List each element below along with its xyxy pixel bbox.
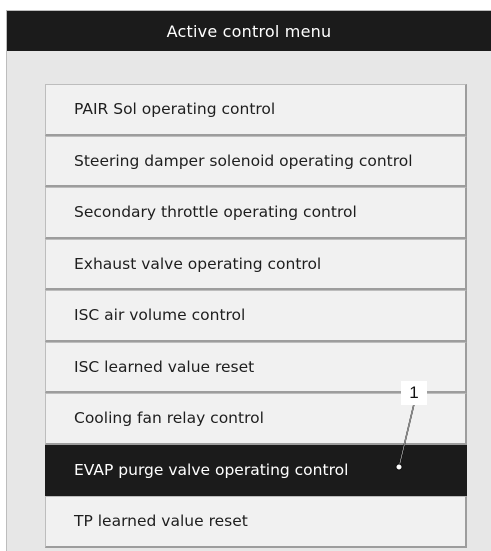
menu-item-pair-sol[interactable]: PAIR Sol operating control xyxy=(45,84,467,136)
active-control-window: Active control menu PAIR Sol operating c… xyxy=(6,10,491,551)
menu-item-tp-learned-reset[interactable]: TP learned value reset xyxy=(45,496,467,548)
window-title: Active control menu xyxy=(7,11,491,51)
active-control-menu: PAIR Sol operating control Steering damp… xyxy=(45,84,467,548)
menu-item-evap-purge[interactable]: EVAP purge valve operating control xyxy=(45,444,467,496)
menu-item-exhaust-valve[interactable]: Exhaust valve operating control xyxy=(45,238,467,290)
menu-item-secondary-throttle[interactable]: Secondary throttle operating control xyxy=(45,187,467,239)
callout-number: 1 xyxy=(401,381,427,405)
menu-item-steering-damper[interactable]: Steering damper solenoid operating contr… xyxy=(45,135,467,187)
menu-item-isc-air-volume[interactable]: ISC air volume control xyxy=(45,290,467,342)
